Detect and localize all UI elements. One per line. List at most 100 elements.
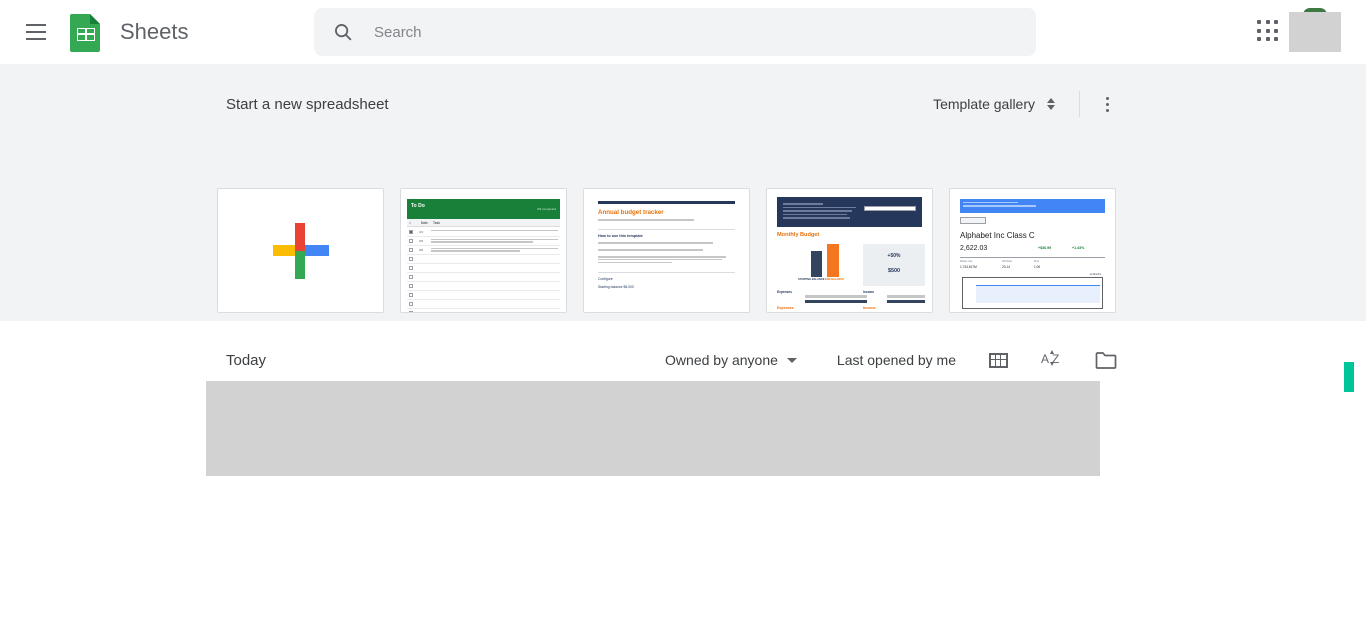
grid-view-toggle-button[interactable] — [986, 348, 1010, 372]
todo-date: 3/6 — [419, 248, 424, 252]
monthly-preview-income-cap: Income — [863, 290, 875, 294]
new-blank-plus-icon — [272, 222, 329, 279]
apps-dot — [1257, 20, 1261, 24]
todo-checkbox — [409, 284, 413, 288]
monthly-preview-percent: +50% — [887, 253, 901, 259]
todo-preview-row — [407, 291, 560, 300]
template-thumbnail-todo-list[interactable]: To Do 0/3 completed ✓ Date Task 3/4 3/5 … — [400, 188, 567, 313]
apps-dot — [1265, 20, 1270, 24]
template-thumbnail-monthly-budget[interactable]: Monthly Budget STARTING BALANCE END BALA… — [766, 188, 933, 313]
finance-preview-chart — [962, 277, 1103, 309]
monthly-preview-income-section: Income — [863, 306, 876, 310]
monthly-preview-expenses-cap: Expenses — [777, 290, 792, 294]
page-scrollbar-track[interactable] — [1344, 64, 1366, 625]
todo-col-date: Date — [421, 221, 428, 225]
sort-alphabetical-icon: A Z — [1041, 348, 1063, 372]
template-section-header: Start a new spreadsheet Template gallery — [226, 84, 1118, 124]
todo-date: 3/4 — [419, 230, 424, 234]
todo-preview-columns: ✓ Date Task — [407, 219, 560, 227]
template-thumbnail-google-finance[interactable]: Alphabet Inc Class C 2,622.03 +$36.99 +1… — [949, 188, 1116, 313]
todo-checkbox — [409, 266, 413, 270]
template-header-controls: Template gallery — [933, 91, 1118, 117]
finance-stat-caption: Market Cap — [960, 260, 973, 263]
search-icon — [332, 21, 354, 43]
hamburger-menu-icon[interactable] — [22, 18, 52, 46]
finance-chart-range-label: 12 Months — [1089, 273, 1101, 276]
todo-task-lines — [431, 247, 558, 254]
annual-preview-step — [598, 242, 733, 245]
template-thumbnail-blank[interactable] — [217, 188, 384, 313]
kebab-dot — [1105, 108, 1109, 112]
todo-preview-row: 3/4 — [407, 228, 560, 237]
svg-text:Z: Z — [1052, 352, 1059, 366]
finance-preview-divider — [960, 257, 1105, 258]
monthly-preview-bar-start — [811, 251, 822, 277]
monthly-preview-amount: $500 — [888, 268, 900, 274]
todo-checkbox — [409, 275, 413, 279]
page-scrollbar-thumb[interactable] — [1344, 362, 1354, 392]
todo-checkbox — [409, 239, 413, 243]
annual-budget-preview: Annual budget tracker How to use this te… — [584, 189, 749, 312]
finance-preview-change-percent: +1.43% — [1072, 246, 1085, 250]
finance-stat-value: 1,734,617M — [960, 265, 977, 269]
todo-preview-header: To Do 0/3 completed — [407, 199, 560, 219]
google-sheets-logo-icon — [68, 12, 104, 52]
todo-preview-row — [407, 273, 560, 282]
todo-date: 3/5 — [419, 239, 424, 243]
annual-preview-divider — [598, 272, 735, 273]
monthly-preview-bar-label-end: END BALANCE — [825, 278, 844, 281]
avatar[interactable] — [1289, 12, 1341, 52]
plus-arm-green — [294, 250, 305, 279]
google-apps-grid-icon[interactable] — [1257, 20, 1281, 44]
todo-preview-heading: To Do — [411, 203, 425, 209]
file-list-toolbar: Today Owned by anyone Last opened by me … — [226, 338, 1118, 382]
finance-preview-chip — [960, 217, 986, 224]
sort-az-button[interactable]: A Z — [1040, 348, 1064, 372]
finance-preview-area-series — [976, 285, 1100, 303]
todo-checkbox — [409, 302, 413, 306]
finance-stat-caption: P/E Ratio — [1002, 260, 1013, 263]
finance-stat-value: 23.14 — [1002, 265, 1010, 269]
annual-preview-section-heading: How to use this template — [598, 234, 643, 238]
finance-preview-price: 2,622.03 — [960, 245, 988, 252]
todo-task-lines — [431, 238, 558, 245]
todo-col-task: Task — [433, 221, 441, 225]
finance-preview-header — [960, 199, 1105, 213]
owner-filter-label: Owned by anyone — [665, 352, 778, 368]
grid-view-icon — [988, 352, 1008, 368]
monthly-budget-preview: Monthly Budget STARTING BALANCE END BALA… — [767, 189, 932, 312]
section-title: Start a new spreadsheet — [226, 95, 389, 113]
more-vertical-icon[interactable] — [1096, 93, 1118, 115]
start-new-spreadsheet-section: Start a new spreadsheet Template gallery — [0, 64, 1366, 349]
todo-preview-row — [407, 255, 560, 264]
plus-arm-blue — [300, 244, 329, 256]
open-file-picker-button[interactable] — [1094, 348, 1118, 372]
annual-preview-config-heading: Configure — [598, 277, 613, 281]
sheets-home-link[interactable]: Sheets — [68, 12, 189, 52]
file-list-section: Today Owned by anyone Last opened by me … — [0, 321, 1366, 625]
sort-order-label[interactable]: Last opened by me — [837, 352, 956, 368]
owner-filter-dropdown[interactable]: Owned by anyone — [665, 352, 797, 368]
hamburger-line — [26, 24, 46, 26]
file-list-controls: Owned by anyone Last opened by me A Z — [665, 348, 1118, 372]
annual-preview-step — [598, 249, 733, 252]
template-gallery-toggle[interactable]: Template gallery — [933, 96, 1057, 112]
search-input[interactable]: Search — [314, 8, 1036, 56]
hamburger-line — [26, 31, 46, 33]
todo-checkbox — [409, 257, 413, 261]
todo-checkbox — [409, 248, 413, 252]
file-list-group-label: Today — [226, 351, 267, 369]
annual-preview-config-row: Starting balance $5,000 — [598, 285, 634, 289]
app-header: Sheets Search — [0, 0, 1366, 64]
monthly-preview-title: Monthly Budget — [777, 232, 820, 238]
file-list-loading-placeholder — [206, 381, 1100, 476]
todo-checkbox — [409, 230, 413, 234]
template-thumbnail-annual-budget[interactable]: Annual budget tracker How to use this te… — [583, 188, 750, 313]
google-finance-preview: Alphabet Inc Class C 2,622.03 +$36.99 +1… — [950, 189, 1115, 312]
hamburger-line — [26, 38, 46, 40]
finance-stat-caption: Beta — [1034, 260, 1039, 263]
todo-preview: To Do 0/3 completed ✓ Date Task 3/4 3/5 … — [401, 189, 566, 312]
annual-preview-subtitle — [598, 219, 731, 222]
apps-dot — [1274, 28, 1279, 33]
todo-preview-completed: 0/3 completed — [537, 207, 556, 211]
